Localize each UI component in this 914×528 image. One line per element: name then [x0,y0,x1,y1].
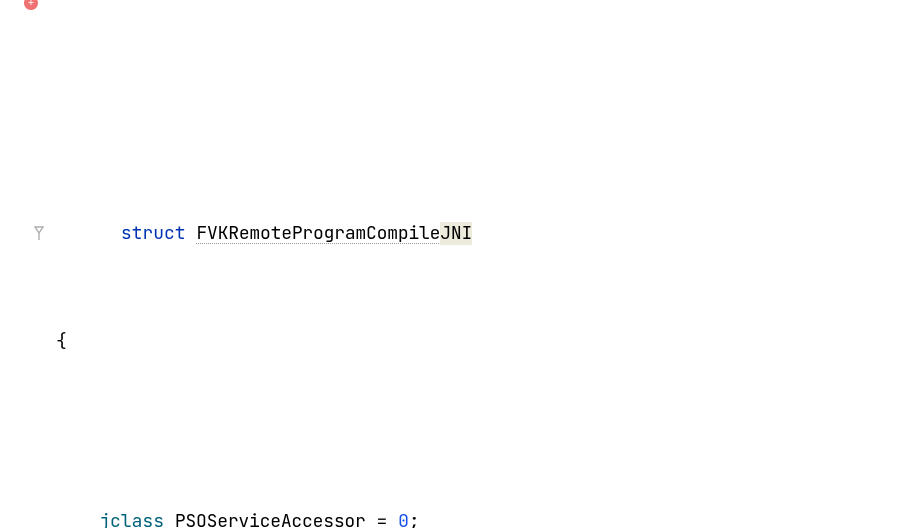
code-line: struct FVKRemoteProgramCompileJNI [48,144,914,180]
gutter-add-marker[interactable]: + [24,0,38,10]
struct-name-prefix: FVKRemoteProgramCompile [196,222,440,245]
code-editor[interactable]: + struct FVKRemoteProgramCompileJNI { jc… [0,0,914,528]
code-block: struct FVKRemoteProgramCompileJNI { jcla… [48,0,914,528]
member-name: PSOServiceAccessor [175,510,366,528]
struct-name-suffix: JNI [440,222,472,245]
literal-zero: 0 [398,510,409,528]
brace-open: { [56,330,67,353]
code-line: { [48,324,914,360]
fold-icon[interactable] [34,154,46,168]
code-line: jclass PSOServiceAccessor = 0; [48,504,914,528]
keyword-struct: struct [121,222,186,245]
member-type: jclass [99,510,164,528]
